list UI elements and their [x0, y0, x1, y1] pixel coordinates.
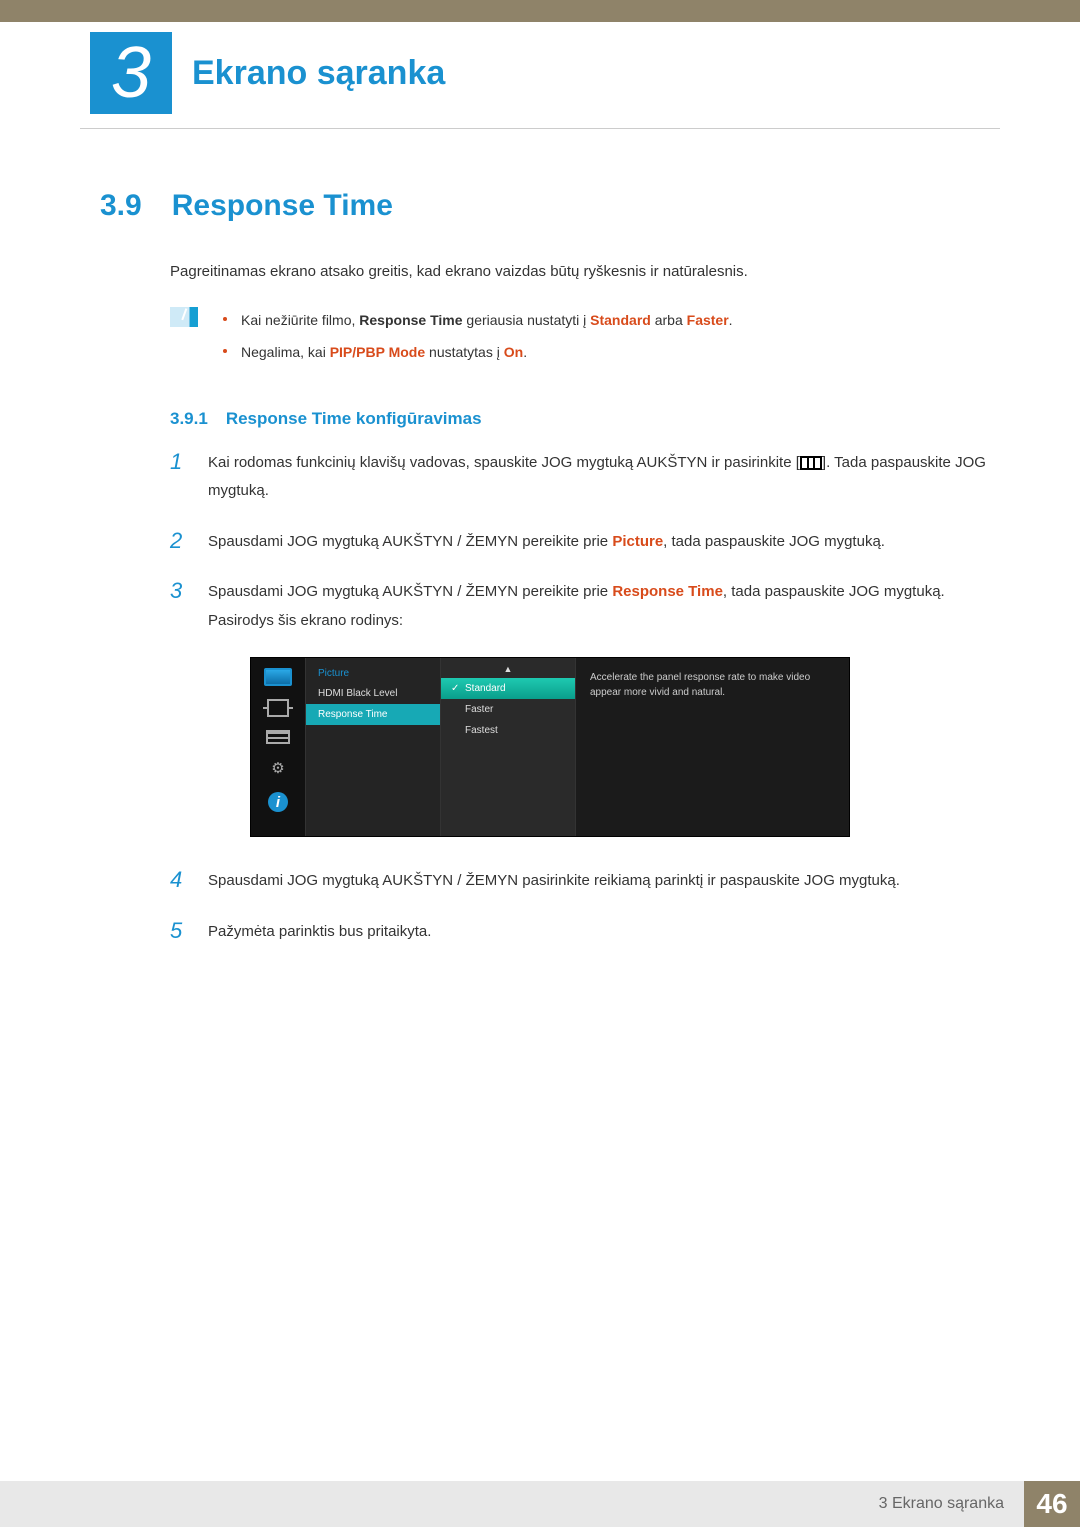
text-highlight: PIP/PBP Mode — [330, 344, 425, 360]
text: geriausia nustatyti į — [463, 312, 591, 328]
menu-icon — [800, 456, 822, 470]
note-item-1: Kai nežiūrite filmo, Response Time geria… — [223, 305, 733, 337]
chapter-number-badge: 3 — [90, 32, 172, 114]
section-title: Response Time — [172, 189, 393, 223]
text-bold: Response Time — [359, 312, 462, 328]
step-number: 5 — [170, 918, 188, 947]
text-highlight: Standard — [590, 312, 651, 328]
text: , tada paspauskite JOG mygtuką. — [663, 533, 885, 550]
text: arba — [651, 312, 687, 328]
step-text: Spausdami JOG mygtuką AUKŠTYN / ŽEMYN pa… — [208, 867, 900, 896]
subsection-heading: 3.9.1 Response Time konfigūravimas — [170, 409, 1000, 429]
info-tab-icon: i — [268, 792, 288, 812]
text-highlight: On — [504, 344, 523, 360]
osd-description-panel: Accelerate the panel response rate to ma… — [576, 658, 849, 836]
note-icon — [170, 307, 198, 327]
osd-option-faster: Faster — [441, 699, 575, 720]
page-content: 3.9 Response Time Pagreitinamas ekrano a… — [0, 129, 1080, 946]
step-number: 1 — [170, 449, 188, 506]
section-number: 3.9 — [100, 189, 142, 223]
osd-item-hdmi-black-level: HDMI Black Level — [306, 683, 440, 704]
settings-tab-icon: ⚙ — [264, 757, 292, 779]
step-text: Spausdami JOG mygtuką AUKŠTYN / ŽEMYN pe… — [208, 578, 1000, 635]
osd-sidebar: ⚙ i — [251, 658, 306, 836]
text: Kai nežiūrite filmo, — [241, 312, 359, 328]
size-tab-icon — [267, 699, 289, 717]
footer-page-number: 46 — [1024, 1481, 1080, 1527]
step-number: 4 — [170, 867, 188, 896]
footer-chapter-label: 3 Ekrano sąranka — [859, 1481, 1024, 1527]
text: Negalima, kai — [241, 344, 330, 360]
osd-option-panel: ▲ Standard Faster Fastest — [441, 658, 576, 836]
chapter-header: 3 Ekrano sąranka — [0, 32, 1080, 114]
note-block: Kai nežiūrite filmo, Response Time geria… — [170, 305, 1000, 369]
page-footer: 3 Ekrano sąranka 46 — [0, 1481, 1080, 1527]
note-item-2: Negalima, kai PIP/PBP Mode nustatytas į … — [223, 337, 733, 369]
step-3: 3 Spausdami JOG mygtuką AUKŠTYN / ŽEMYN … — [170, 578, 1000, 635]
step-2: 2 Spausdami JOG mygtuką AUKŠTYN / ŽEMYN … — [170, 528, 1000, 557]
text: Spausdami JOG mygtuką AUKŠTYN / ŽEMYN pe… — [208, 533, 612, 550]
step-text: Spausdami JOG mygtuką AUKŠTYN / ŽEMYN pe… — [208, 528, 885, 557]
osd-category-title: Picture — [306, 664, 440, 683]
subsection-title: Response Time konfigūravimas — [226, 409, 482, 429]
step-number: 2 — [170, 528, 188, 557]
osd-option-fastest: Fastest — [441, 720, 575, 741]
picture-tab-icon — [264, 668, 292, 686]
step-4: 4 Spausdami JOG mygtuką AUKŠTYN / ŽEMYN … — [170, 867, 1000, 896]
step-5: 5 Pažymėta parinktis bus pritaikyta. — [170, 918, 1000, 947]
step-list-continued: 4 Spausdami JOG mygtuką AUKŠTYN / ŽEMYN … — [170, 867, 1000, 946]
text: . — [523, 344, 527, 360]
osd-menu: ⚙ i Picture HDMI Black Level Response Ti… — [250, 657, 850, 837]
top-accent-bar — [0, 0, 1080, 22]
text: Spausdami JOG mygtuką AUKŠTYN / ŽEMYN pe… — [208, 583, 612, 600]
osd-option-standard: Standard — [441, 678, 575, 699]
text: nustatytas į — [425, 344, 504, 360]
text-highlight: Response Time — [612, 583, 723, 600]
section-intro: Pagreitinamas ekrano atsako greitis, kad… — [170, 263, 1000, 280]
text: . — [729, 312, 733, 328]
text-highlight: Faster — [687, 312, 729, 328]
text-highlight: Picture — [612, 533, 663, 550]
section-heading: 3.9 Response Time — [100, 189, 1000, 223]
up-arrow-icon: ▲ — [441, 664, 575, 678]
step-text: Pažymėta parinktis bus pritaikyta. — [208, 918, 431, 947]
list-tab-icon — [266, 730, 290, 744]
footer-bar — [0, 1481, 859, 1527]
step-number: 3 — [170, 578, 188, 635]
osd-item-response-time: Response Time — [306, 704, 440, 725]
subsection-number: 3.9.1 — [170, 409, 208, 429]
step-1: 1 Kai rodomas funkcinių klavišų vadovas,… — [170, 449, 1000, 506]
osd-item-panel: Picture HDMI Black Level Response Time — [306, 658, 441, 836]
chapter-title: Ekrano sąranka — [192, 54, 445, 93]
step-text: Kai rodomas funkcinių klavišų vadovas, s… — [208, 449, 1000, 506]
text: Kai rodomas funkcinių klavišų vadovas, s… — [208, 454, 800, 471]
osd-description: Accelerate the panel response rate to ma… — [590, 670, 835, 700]
step-list: 1 Kai rodomas funkcinių klavišų vadovas,… — [170, 449, 1000, 636]
note-list: Kai nežiūrite filmo, Response Time geria… — [223, 305, 733, 369]
